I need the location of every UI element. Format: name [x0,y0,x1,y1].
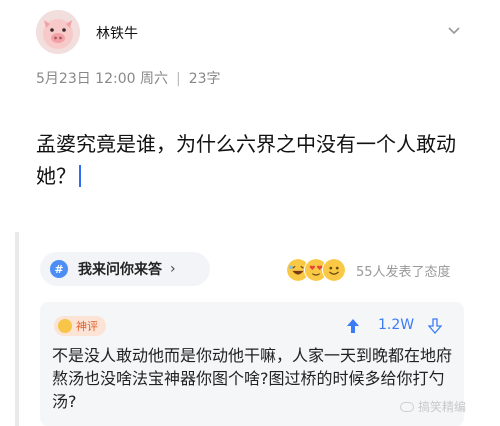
watermark: 搞笑精编 [400,398,466,415]
chevron-down-icon[interactable] [446,22,462,38]
meta-separator: | [175,71,181,87]
pig-avatar-icon [36,10,80,54]
word-count: 23字 [188,71,221,87]
downvote-icon[interactable] [428,318,442,334]
hashtag-icon: # [50,260,68,278]
chevron-right-icon: › [170,261,176,277]
text-cursor [79,165,81,187]
wechat-icon [400,401,414,412]
question-body: 孟婆究竟是谁，为什么六界之中没有一个人敢动她？ [36,132,456,188]
upvote-icon[interactable] [346,318,360,334]
post-meta: 5月23日 12:00 周六 | 23字 [36,68,221,88]
user-avatar[interactable] [36,10,80,54]
badge-label: 神评 [76,320,98,333]
post-header: 林铁牛 [0,0,500,64]
question-text: 孟婆究竟是谁，为什么六界之中没有一个人敢动她？ [36,128,476,192]
like-count: 1.2W [378,317,415,333]
badge-emoji-icon [58,319,72,333]
post-date: 5月23日 12:00 周六 [36,71,168,87]
watermark-text: 搞笑精编 [418,400,467,414]
username[interactable]: 林铁牛 [96,23,138,43]
answer-text: 不是没人敢动他而是你动他干嘛，人家一天到晚都在地府熬汤也没啥法宝神器你图个啥?图… [52,346,453,411]
god-comment-badge: 神评 [54,316,106,336]
reaction-summary[interactable]: 55人发表了态度 [356,261,451,280]
quote-bar [15,232,19,426]
answer-button-label: 我来问你来答 [78,262,162,278]
answer-question-button[interactable]: # 我来问你来答 › [40,252,210,286]
smile-emoji-icon [322,258,346,282]
